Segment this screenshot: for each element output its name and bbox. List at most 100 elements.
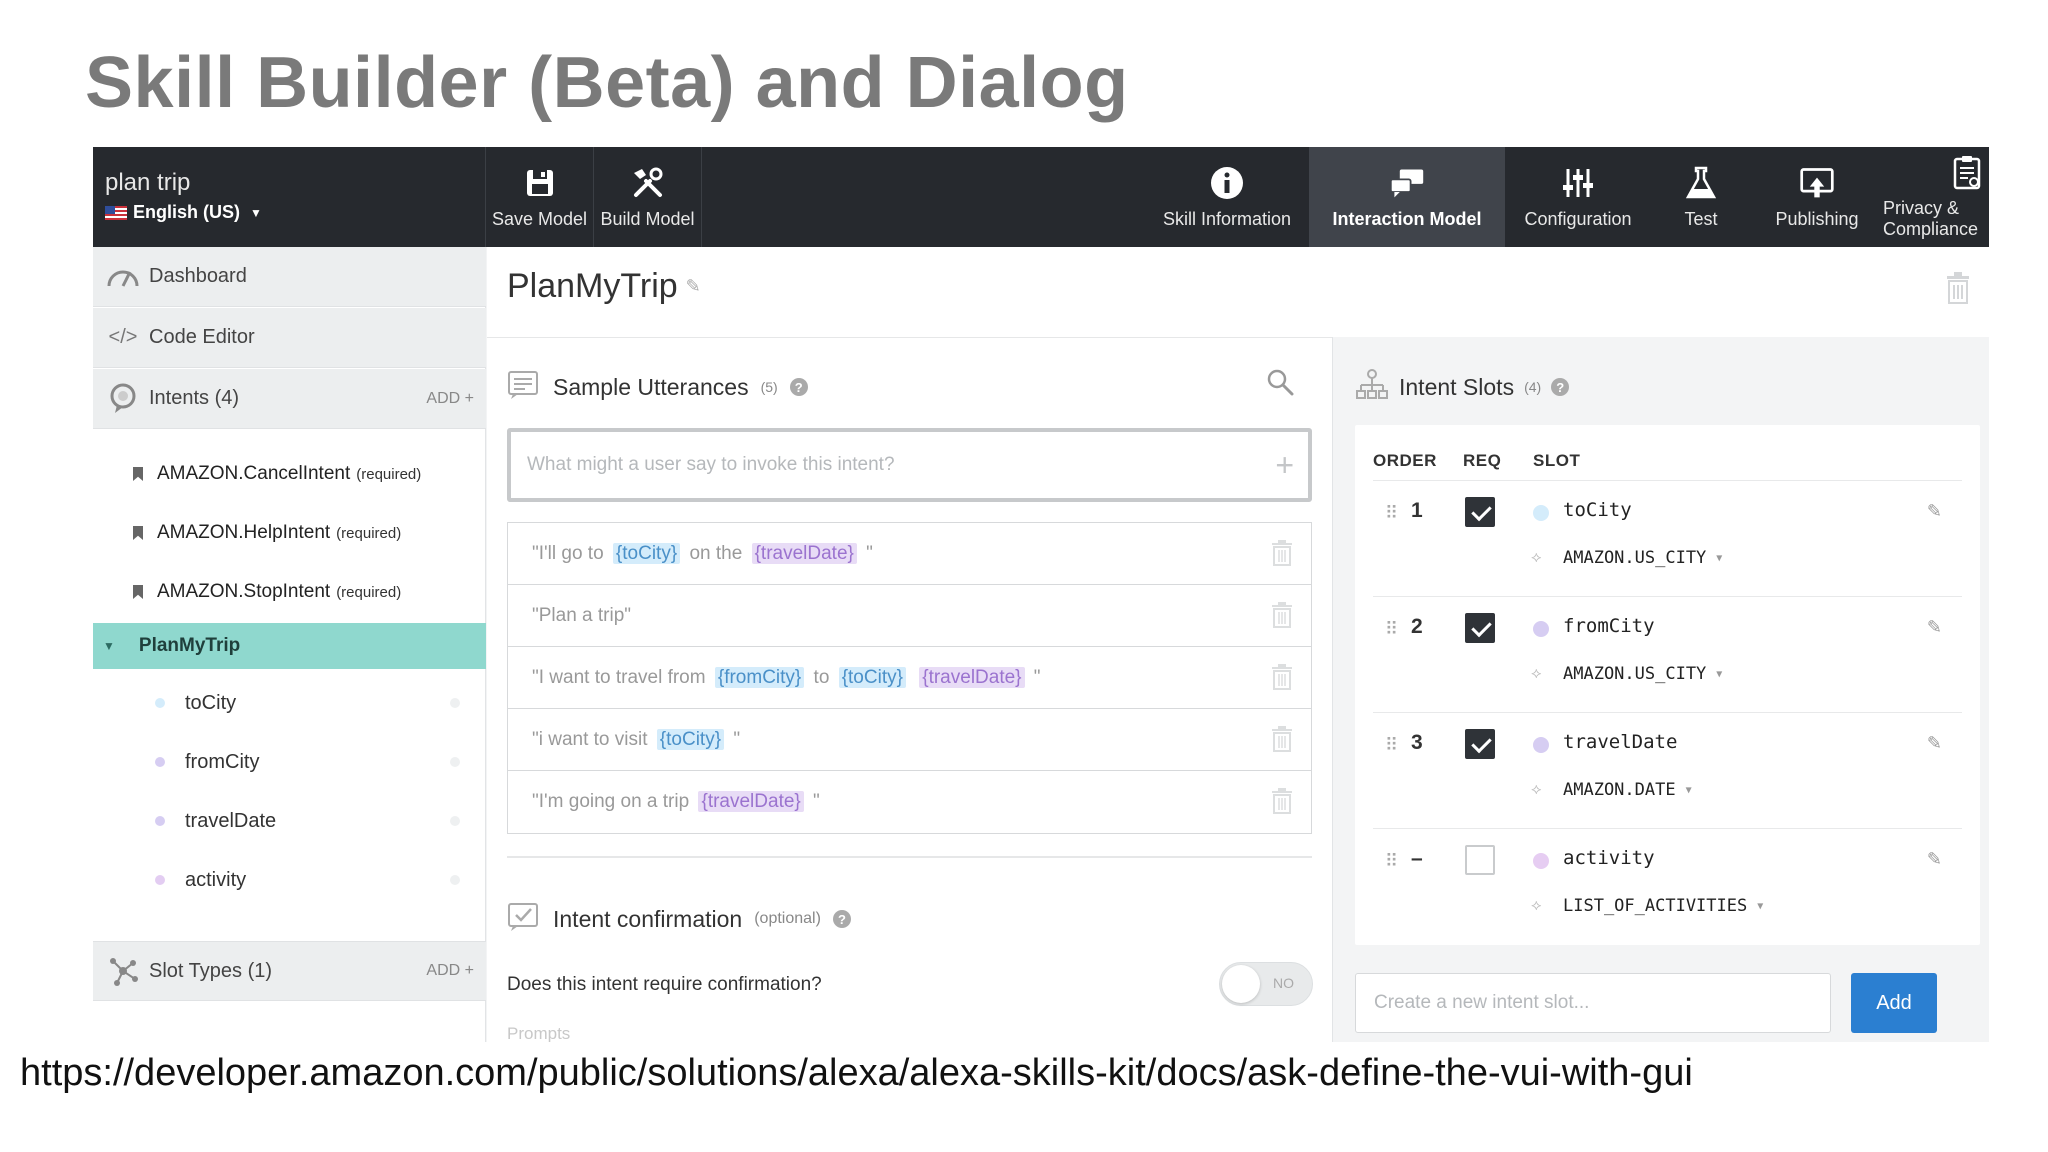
add-slot-button[interactable]: Add	[1851, 973, 1937, 1033]
toggle-label: NO	[1273, 975, 1294, 991]
slot-row[interactable]: ⠿ 3 travelDate ⟡ AMAZON.DATE ▼ ✎	[1355, 713, 1980, 829]
locale-label: English (US)	[133, 202, 240, 222]
privacy-compliance-label: Privacy & Compliance	[1883, 198, 1979, 239]
sidebar-item-cancel-intent[interactable]: AMAZON.CancelIntent (required)	[93, 445, 486, 503]
privacy-compliance-button[interactable]: Privacy & Compliance	[1883, 147, 1989, 247]
utterance-fragment: "	[807, 791, 820, 812]
skill-selector[interactable]: plan trip English (US) ▼	[93, 147, 486, 247]
utterance-text: "I'm going on a trip {travelDate} "	[532, 791, 820, 813]
pencil-icon[interactable]: ✎	[1927, 849, 1942, 870]
prompts-label: Prompts	[507, 1024, 571, 1042]
sidebar-slot-fromcity[interactable]: fromCity	[93, 733, 486, 791]
chat-icon	[1389, 165, 1425, 201]
trash-icon[interactable]	[1271, 539, 1293, 573]
configuration-button[interactable]: Configuration	[1505, 147, 1651, 247]
slot-order: –	[1411, 847, 1423, 870]
interaction-model-button[interactable]: Interaction Model	[1309, 147, 1505, 247]
slot-row[interactable]: ⠿ 2 fromCity ⟡ AMAZON.US_CITY ▼ ✎	[1355, 597, 1980, 713]
save-model-button[interactable]: Save Model	[486, 147, 594, 247]
test-button[interactable]: Test	[1651, 147, 1751, 247]
caret-down-icon: ▼	[1685, 784, 1692, 796]
drag-handle-icon[interactable]: ⠿	[1385, 735, 1398, 756]
caret-down-icon: ▼	[1757, 900, 1764, 912]
drag-handle-icon[interactable]: ⠿	[1385, 851, 1398, 872]
new-intent-slot-input[interactable]: Create a new intent slot...	[1355, 973, 1831, 1033]
utterance-fragment: "I'll go to	[532, 542, 609, 564]
trash-icon[interactable]	[1271, 601, 1293, 635]
intent-slots-title: Intent Slots	[1399, 373, 1515, 400]
caret-down-icon: ▼	[103, 639, 115, 653]
sidebar-slot-tocity[interactable]: toCity	[93, 674, 486, 732]
help-icon[interactable]: ?	[789, 378, 808, 396]
slide-title: Skill Builder (Beta) and Dialog	[85, 43, 1129, 123]
slot-type-dropdown[interactable]: AMAZON.US_CITY ▼	[1563, 548, 1722, 568]
trash-icon[interactable]	[1271, 663, 1293, 697]
sidebar-item-dashboard[interactable]: Dashboard	[93, 247, 486, 307]
sidebar-item-intents[interactable]: Intents (4) ADD +	[93, 369, 486, 429]
main-content: PlanMyTrip ✎ Sample Utterances (5) ? Wha…	[487, 247, 1989, 1042]
save-model-label: Save Model	[491, 208, 588, 229]
drag-handle-icon[interactable]: ⠿	[1385, 503, 1398, 524]
sidebar-item-slot-types[interactable]: Slot Types (1) ADD +	[93, 941, 486, 1001]
intent-name: PlanMyTrip	[138, 635, 241, 656]
required-checkbox[interactable]	[1465, 613, 1495, 643]
utterance-row[interactable]: "I'm going on a trip {travelDate} "	[508, 771, 1311, 833]
utterance-row[interactable]: "I want to travel from {fromCity} to {to…	[508, 647, 1311, 709]
new-utterance-input[interactable]: What might a user say to invoke this int…	[507, 428, 1312, 502]
slot-tag: {travelDate}	[751, 542, 857, 564]
slot-row[interactable]: ⠿ – activity ⟡ LIST_OF_ACTIVITIES ▼ ✎	[1355, 829, 1980, 945]
add-slot-type-button[interactable]: ADD +	[426, 962, 474, 980]
utterance-row[interactable]: "I'll go to {toCity} on the {travelDate}…	[508, 523, 1311, 585]
search-icon[interactable]	[1266, 368, 1294, 401]
intent-name: AMAZON.StopIntent	[157, 581, 331, 602]
slot-color-dot	[1533, 737, 1549, 753]
slot-row[interactable]: ⠿ 1 toCity ⟡ AMAZON.US_CITY ▼ ✎	[1355, 481, 1980, 597]
intent-title: PlanMyTrip ✎	[507, 267, 701, 306]
required-checkbox[interactable]	[1465, 845, 1495, 875]
sidebar-slot-traveldate[interactable]: travelDate	[93, 792, 486, 850]
utterance-list: "I'll go to {toCity} on the {travelDate}…	[507, 522, 1312, 834]
dot-icon	[450, 875, 460, 885]
gauge-icon	[103, 266, 143, 288]
type-icon: ⟡	[1531, 897, 1542, 914]
sidebar-item-code-editor[interactable]: </> Code Editor	[93, 308, 486, 368]
publishing-button[interactable]: Publishing	[1751, 147, 1883, 247]
build-model-button[interactable]: Build Model	[594, 147, 702, 247]
intent-name: AMAZON.HelpIntent	[157, 522, 331, 543]
drag-handle-icon[interactable]: ⠿	[1385, 619, 1398, 640]
test-label: Test	[1684, 208, 1718, 229]
help-icon[interactable]: ?	[832, 910, 851, 928]
trash-icon[interactable]	[1945, 271, 1971, 305]
required-checkbox[interactable]	[1465, 729, 1495, 759]
slot-type-dropdown[interactable]: LIST_OF_ACTIVITIES ▼	[1563, 896, 1763, 916]
help-icon[interactable]: ?	[1551, 378, 1570, 396]
skill-name: plan trip	[105, 169, 191, 196]
utterance-row[interactable]: "i want to visit {toCity} "	[508, 709, 1311, 771]
confirmation-toggle[interactable]: NO	[1219, 962, 1313, 1006]
sidebar-item-help-intent[interactable]: AMAZON.HelpIntent (required)	[93, 504, 486, 562]
trash-icon[interactable]	[1271, 725, 1293, 759]
sidebar-slot-activity[interactable]: activity	[93, 851, 486, 909]
utterance-text: "I want to travel from {fromCity} to {to…	[532, 666, 1041, 689]
locale-selector[interactable]: English (US) ▼	[105, 202, 262, 223]
sidebar-item-stop-intent[interactable]: AMAZON.StopIntent (required)	[93, 563, 486, 621]
type-icon: ⟡	[1531, 549, 1542, 566]
slot-tag: {fromCity}	[714, 666, 805, 688]
pencil-icon[interactable]: ✎	[1927, 501, 1942, 522]
add-intent-button[interactable]: ADD +	[426, 390, 474, 408]
plus-icon[interactable]: +	[1275, 447, 1294, 484]
type-icon: ⟡	[1531, 781, 1542, 798]
required-checkbox[interactable]	[1465, 497, 1495, 527]
pencil-icon[interactable]: ✎	[686, 276, 701, 297]
pencil-icon[interactable]: ✎	[1927, 733, 1942, 754]
utterance-fragment: "I want to travel from	[532, 666, 711, 688]
slot-color-dot	[155, 875, 165, 885]
utterance-doc-icon	[507, 368, 541, 406]
sidebar-item-planmytrip[interactable]: ▼ PlanMyTrip	[93, 623, 486, 669]
trash-icon[interactable]	[1271, 787, 1293, 821]
slot-type-dropdown[interactable]: AMAZON.DATE ▼	[1563, 780, 1692, 800]
pencil-icon[interactable]: ✎	[1927, 617, 1942, 638]
skill-information-button[interactable]: Skill Information	[1145, 147, 1309, 247]
slot-type-dropdown[interactable]: AMAZON.US_CITY ▼	[1563, 664, 1722, 684]
utterance-row[interactable]: "Plan a trip"	[508, 585, 1311, 647]
